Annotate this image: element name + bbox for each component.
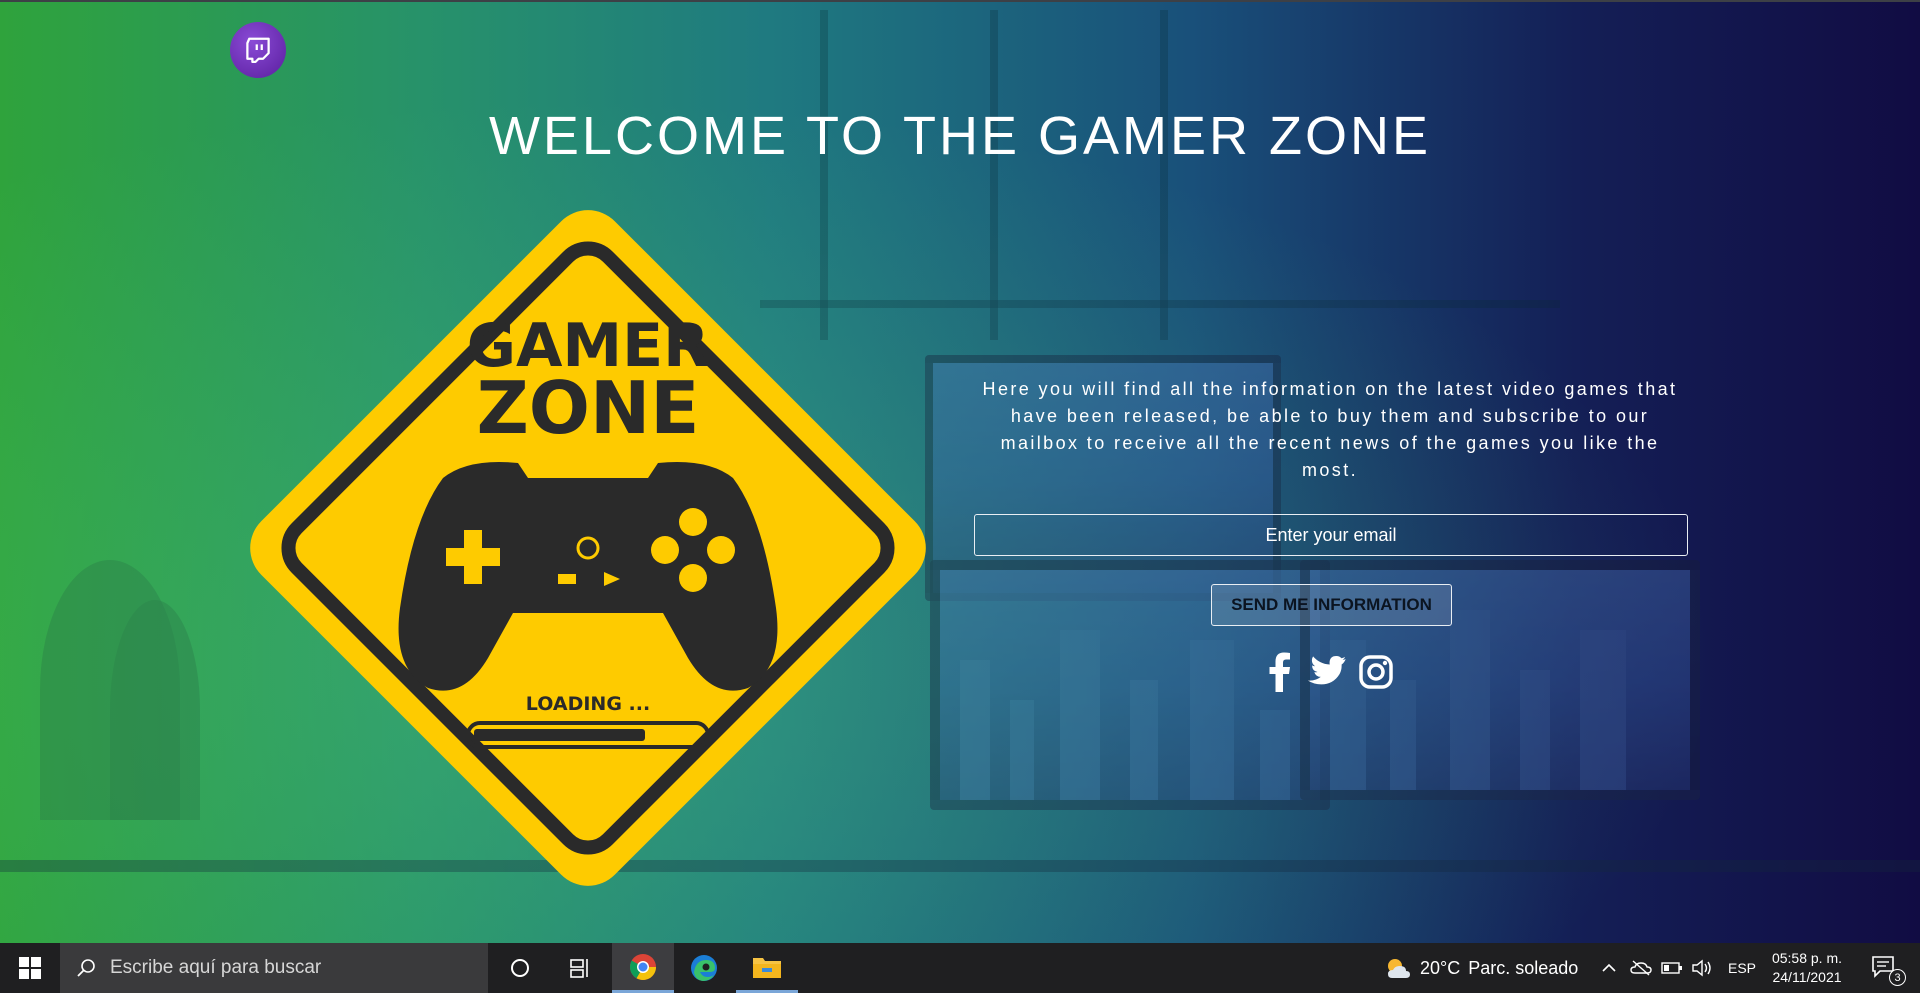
- chevron-up-icon: [1602, 963, 1616, 972]
- speaker-icon: [1692, 959, 1711, 977]
- clock-time: 05:58 p. m.: [1771, 950, 1843, 966]
- twitch-glyph: [246, 37, 270, 63]
- task-view-button[interactable]: [552, 943, 608, 993]
- twitter-glyph: [1307, 656, 1346, 685]
- cloud-off-icon: [1630, 960, 1652, 976]
- description-text: Here you will find all the information o…: [982, 379, 1678, 480]
- file-explorer-taskbar-app[interactable]: [736, 943, 798, 993]
- twitch-icon[interactable]: [230, 22, 286, 78]
- show-hidden-icons-button[interactable]: [1596, 943, 1622, 993]
- cortana-button[interactable]: [492, 943, 548, 993]
- chrome-taskbar-app[interactable]: [612, 943, 674, 993]
- cortana-icon: [511, 959, 529, 977]
- file-explorer-icon: [753, 957, 781, 978]
- action-center-button[interactable]: 3: [1860, 943, 1910, 993]
- twitter-icon[interactable]: [1304, 652, 1348, 692]
- battery-icon: [1661, 962, 1682, 974]
- notification-count: 3: [1889, 969, 1906, 986]
- instagram-icon[interactable]: [1356, 652, 1396, 692]
- windows-logo-icon: [19, 957, 41, 979]
- battery-tray-button[interactable]: [1658, 943, 1686, 993]
- task-view-icon: [570, 959, 588, 978]
- weather-condition: Parc. soleado: [1468, 957, 1579, 978]
- edge-icon: [691, 955, 717, 981]
- instagram-glyph: [1359, 655, 1393, 689]
- gamer-zone-sign: GAMER ZONE LOADING ...: [250, 210, 926, 886]
- taskbar-search-box[interactable]: Escribe aquí para buscar: [60, 943, 488, 993]
- onedrive-tray-button[interactable]: [1626, 943, 1656, 993]
- loading-label: LOADING ...: [526, 693, 650, 715]
- weather-temperature: 20°C: [1420, 957, 1461, 978]
- taskbar-clock[interactable]: 05:58 p. m. 24/11/2021: [1764, 943, 1850, 993]
- facebook-icon[interactable]: [1262, 652, 1298, 692]
- email-input[interactable]: [974, 514, 1688, 556]
- facebook-glyph: [1269, 652, 1290, 692]
- volume-tray-button[interactable]: [1688, 943, 1716, 993]
- send-information-button[interactable]: SEND ME INFORMATION: [1211, 584, 1452, 626]
- page-title: WELCOME TO THE GAMER ZONE: [488, 106, 1432, 166]
- language-indicator[interactable]: ESP: [1722, 943, 1762, 993]
- search-icon: [77, 959, 95, 977]
- sign-title-line2: ZONE: [477, 366, 700, 450]
- windows-taskbar: Escribe aquí para buscar 20°C Parc. sole…: [0, 943, 1920, 993]
- partly-sunny-icon: [1388, 959, 1410, 978]
- weather-widget[interactable]: 20°C Parc. soleado: [1384, 943, 1584, 993]
- loading-bar-fill: [474, 729, 645, 741]
- search-placeholder: Escribe aquí para buscar: [110, 957, 322, 978]
- clock-date: 24/11/2021: [1772, 969, 1842, 985]
- start-button[interactable]: [0, 943, 60, 993]
- chrome-icon: [629, 953, 657, 980]
- edge-taskbar-app[interactable]: [676, 943, 732, 993]
- web-page: WELCOME TO THE GAMER ZONE GAMER ZONE LOA…: [0, 0, 1920, 943]
